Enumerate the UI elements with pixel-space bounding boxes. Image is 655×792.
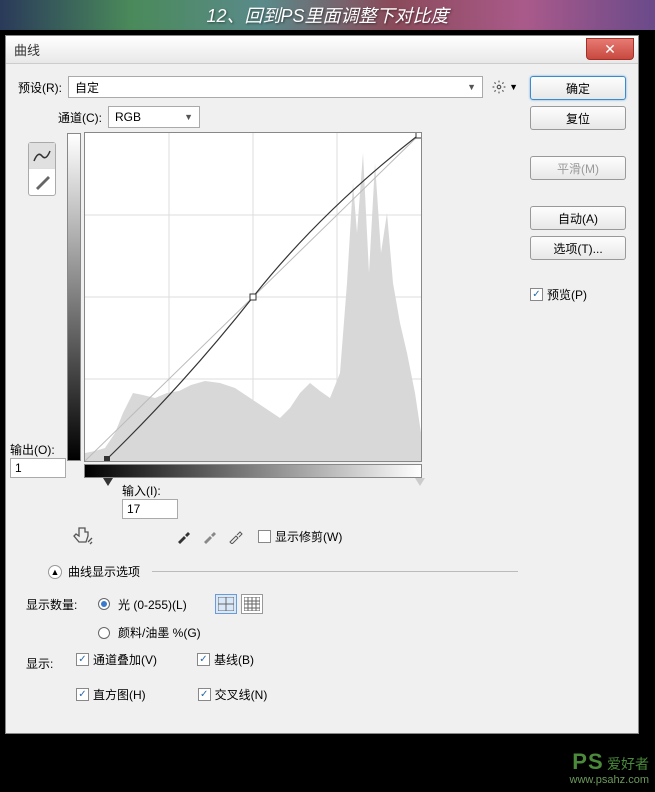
watermark-logo: PS	[572, 749, 603, 774]
input-label: 输入(I):	[122, 482, 161, 499]
show-clip-checkbox[interactable]	[258, 530, 271, 543]
curve-pencil-tool[interactable]	[29, 169, 55, 195]
intersect-checkbox[interactable]: ✓	[198, 688, 211, 701]
show-label: 显示:	[26, 655, 68, 672]
chevron-down-icon: ▼	[184, 112, 193, 122]
collapse-icon: ▲	[48, 565, 62, 579]
watermark-url: www.psahz.com	[570, 774, 649, 786]
curve-display-expander[interactable]: ▲ 曲线显示选项	[48, 563, 518, 580]
dialog-titlebar[interactable]: 曲线 ✕	[6, 36, 638, 64]
chevron-down-icon: ▼	[509, 82, 518, 92]
gray-eyedropper-icon[interactable]	[200, 526, 220, 546]
chevron-down-icon: ▼	[467, 82, 476, 92]
smooth-button[interactable]: 平滑(M)	[530, 156, 626, 180]
preset-dropdown[interactable]: 自定 ▼	[68, 76, 483, 98]
gear-icon[interactable]	[491, 79, 507, 95]
tutorial-banner: 12、回到PS里面调整下对比度	[0, 0, 655, 30]
baseline-checkbox[interactable]: ✓	[197, 653, 210, 666]
input-input[interactable]	[122, 499, 178, 519]
output-label: 输出(O):	[10, 441, 55, 458]
preset-value: 自定	[75, 79, 99, 96]
horizontal-gradient[interactable]	[84, 464, 422, 478]
output-input[interactable]	[10, 458, 66, 478]
white-point-slider[interactable]	[415, 478, 425, 486]
white-eyedropper-icon[interactable]	[226, 526, 246, 546]
baseline-label: 基线(B)	[214, 651, 254, 668]
preview-label: 预览(P)	[547, 286, 587, 303]
intersect-label: 交叉线(N)	[215, 686, 268, 703]
watermark: PS 爱好者 www.psahz.com	[570, 750, 649, 786]
curves-dialog: 曲线 ✕ 预设(R): 自定 ▼ ▼ 通道(C): RGB ▼	[5, 35, 639, 734]
light-radio[interactable]	[98, 598, 110, 610]
curve-tool-group	[28, 142, 56, 196]
histogram-checkbox[interactable]: ✓	[76, 688, 89, 701]
histogram-label: 直方图(H)	[93, 686, 146, 703]
channel-dropdown[interactable]: RGB ▼	[108, 106, 200, 128]
pigment-label: 颜料/油墨 %(G)	[118, 624, 201, 641]
target-adjust-icon[interactable]	[72, 525, 94, 547]
amount-label: 显示数量:	[26, 596, 90, 613]
options-button[interactable]: 选项(T)...	[530, 236, 626, 260]
ch-overlay-checkbox[interactable]: ✓	[76, 653, 89, 666]
dialog-title: 曲线	[14, 40, 40, 59]
ok-button[interactable]: 确定	[530, 76, 626, 100]
ch-overlay-label: 通道叠加(V)	[93, 651, 157, 668]
grid-small-icon[interactable]	[215, 594, 237, 614]
channel-label: 通道(C):	[58, 109, 102, 126]
light-label: 光 (0-255)(L)	[118, 596, 187, 613]
curve-graph[interactable]	[84, 132, 422, 462]
vertical-gradient	[67, 133, 81, 461]
watermark-cn: 爱好者	[607, 756, 649, 772]
preview-checkbox[interactable]: ✓	[530, 288, 543, 301]
cancel-button[interactable]: 复位	[530, 106, 626, 130]
grid-large-icon[interactable]	[241, 594, 263, 614]
show-clip-label: 显示修剪(W)	[275, 528, 342, 545]
expander-label: 曲线显示选项	[68, 563, 140, 580]
tutorial-caption: 12、回到PS里面调整下对比度	[206, 2, 448, 28]
curve-canvas[interactable]	[85, 133, 421, 461]
black-point-slider[interactable]	[103, 478, 113, 486]
pigment-radio[interactable]	[98, 627, 110, 639]
curve-point-tool[interactable]	[29, 143, 55, 169]
close-button[interactable]: ✕	[586, 38, 634, 60]
black-eyedropper-icon[interactable]	[174, 526, 194, 546]
preset-label: 预设(R):	[18, 79, 62, 96]
channel-value: RGB	[115, 110, 141, 124]
auto-button[interactable]: 自动(A)	[530, 206, 626, 230]
